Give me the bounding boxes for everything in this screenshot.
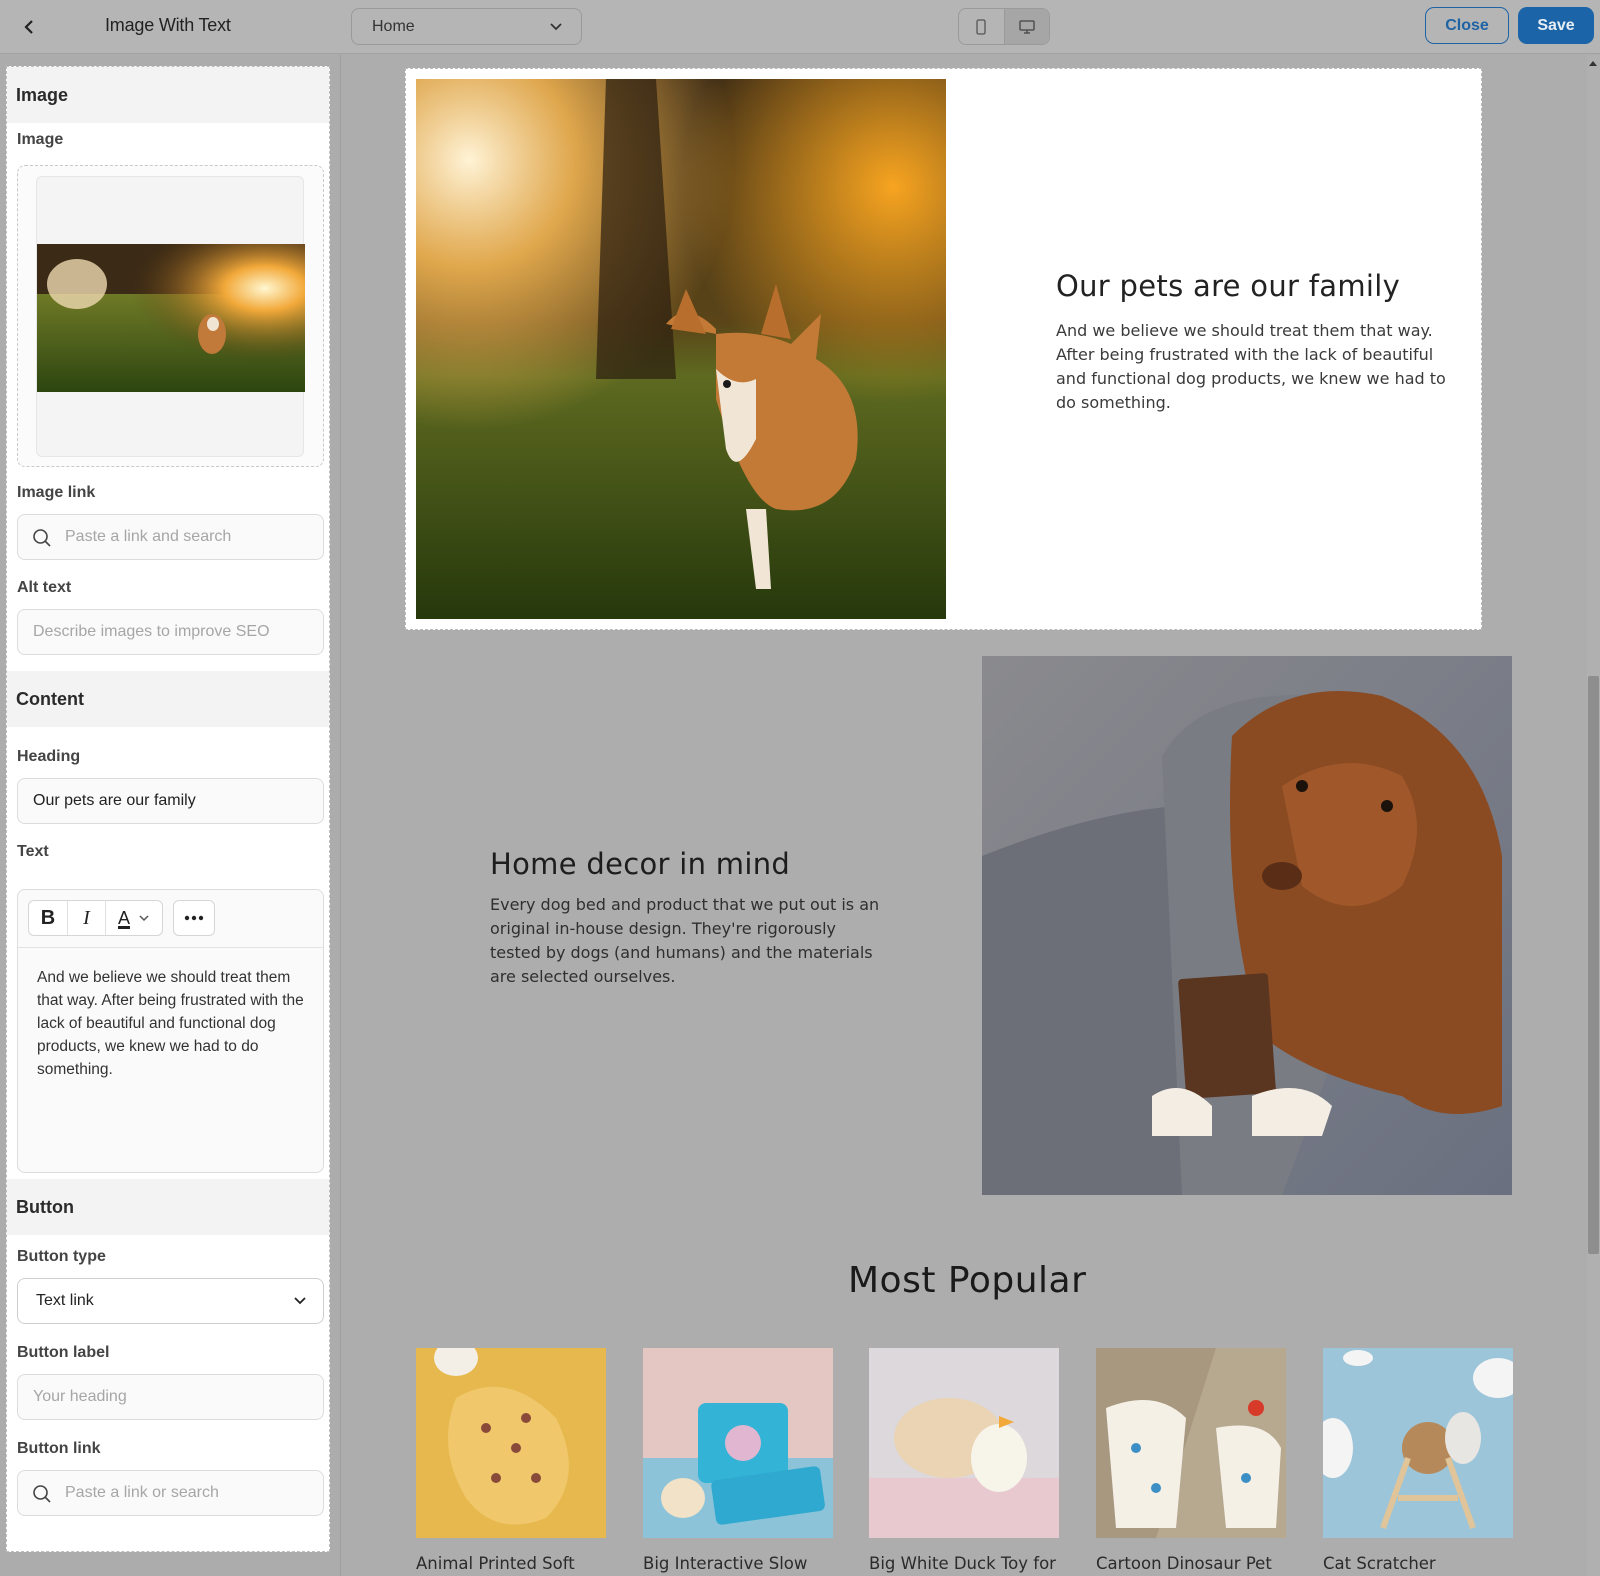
desktop-view-button[interactable] <box>1003 9 1049 44</box>
text-color-icon: A <box>117 907 130 928</box>
more-horizontal-icon <box>184 915 204 921</box>
button-type-value: Text link <box>36 1292 94 1309</box>
button-section-heading: Button <box>7 1179 329 1235</box>
section1-heading: Our pets are our family <box>1056 269 1401 303</box>
product-card[interactable]: Big Interactive Slow <box>643 1348 833 1573</box>
button-label-input[interactable]: Your heading <box>17 1374 324 1420</box>
page-select-value: Home <box>372 17 415 35</box>
product-image <box>869 1348 1059 1538</box>
heading-input[interactable]: Our pets are our family <box>17 778 324 824</box>
most-popular-heading: Most Popular <box>848 1260 1087 1301</box>
alt-text-label: Alt text <box>17 579 72 596</box>
button-type-select[interactable]: Text link <box>17 1278 324 1324</box>
device-toggle <box>958 8 1050 45</box>
canvas-scrollbar[interactable] <box>1587 55 1600 1576</box>
text-label: Text <box>17 843 49 860</box>
button-label-placeholder: Your heading <box>33 1388 127 1405</box>
settings-sidebar: Image Image Image link Paste a link and … <box>6 66 330 1552</box>
product-card[interactable]: Animal Printed Soft <box>416 1348 606 1573</box>
content-section-heading: Content <box>7 671 329 727</box>
image-with-text-section-selected[interactable]: Our pets are our family And we believe w… <box>405 68 1482 630</box>
section2-heading: Home decor in mind <box>490 847 791 881</box>
close-button[interactable]: Close <box>1425 7 1509 44</box>
alt-text-input[interactable]: Describe images to improve SEO <box>17 609 324 655</box>
editor-title: Image With Text <box>105 15 231 35</box>
button-type-label: Button type <box>17 1248 106 1265</box>
top-bar: Image With Text Home Close Save <box>0 0 1600 54</box>
image-dropzone[interactable] <box>17 165 324 467</box>
chevron-down-icon <box>294 1297 306 1305</box>
product-image <box>643 1348 833 1538</box>
button-link-label: Button link <box>17 1440 101 1457</box>
more-options-button[interactable] <box>174 901 214 935</box>
product-image <box>1323 1348 1513 1538</box>
search-icon <box>33 1485 51 1503</box>
section2-text: Every dog bed and product that we put ou… <box>490 895 880 986</box>
heading-input-value: Our pets are our family <box>33 792 196 809</box>
product-card[interactable]: Cartoon Dinosaur Pet <box>1096 1348 1286 1573</box>
dog-blanket-image <box>982 656 1512 1195</box>
scrollbar-thumb[interactable] <box>1588 676 1599 1254</box>
corgi-image <box>416 79 946 619</box>
product-name: Big Interactive Slow <box>643 1554 808 1573</box>
mobile-icon <box>976 18 986 35</box>
image-label: Image <box>17 131 64 148</box>
format-group: B I A <box>28 900 163 936</box>
alt-text-placeholder: Describe images to improve SEO <box>33 623 270 640</box>
image-link-placeholder: Paste a link and search <box>65 528 232 545</box>
mobile-view-button[interactable] <box>959 9 1004 44</box>
more-group <box>173 900 215 936</box>
text-editor[interactable]: B I A And we believe we should treat the… <box>17 889 324 1173</box>
product-name: Big White Duck Toy for <box>869 1554 1056 1573</box>
product-image <box>416 1348 606 1538</box>
product-name: Cat Scratcher <box>1323 1554 1436 1573</box>
button-link-input[interactable]: Paste a link or search <box>17 1470 324 1516</box>
text-editor-toolbar: B I A <box>18 890 323 948</box>
scroll-up-icon[interactable] <box>1589 61 1597 66</box>
product-card[interactable]: Cat Scratcher <box>1323 1348 1513 1573</box>
page-select[interactable]: Home <box>351 8 582 45</box>
button-link-placeholder: Paste a link or search <box>65 1484 219 1501</box>
image-preview <box>37 244 305 392</box>
image-link-input[interactable]: Paste a link and search <box>17 514 324 560</box>
image-section-heading: Image <box>7 67 329 123</box>
search-icon <box>33 529 51 547</box>
save-button[interactable]: Save <box>1518 7 1594 44</box>
image-preview-frame <box>36 176 305 457</box>
product-image <box>1096 1348 1286 1538</box>
text-editor-content[interactable]: And we believe we should treat them that… <box>37 966 309 1081</box>
back-button[interactable] <box>14 12 44 42</box>
product-card[interactable]: Big White Duck Toy for <box>869 1348 1059 1573</box>
heading-label: Heading <box>17 748 81 765</box>
product-name: Animal Printed Soft <box>416 1554 575 1573</box>
chevron-down-icon <box>550 23 562 31</box>
bold-button[interactable]: B <box>29 901 67 935</box>
product-name: Cartoon Dinosaur Pet <box>1096 1554 1272 1573</box>
image-link-label: Image link <box>17 484 96 501</box>
section1-text: And we believe we should treat them that… <box>1056 321 1446 412</box>
chevron-left-icon <box>24 20 33 34</box>
chevron-down-icon <box>139 915 149 922</box>
italic-button[interactable]: I <box>67 901 105 935</box>
text-color-button[interactable]: A <box>105 901 162 935</box>
desktop-icon <box>1019 19 1035 34</box>
button-label-label: Button label <box>17 1344 110 1361</box>
